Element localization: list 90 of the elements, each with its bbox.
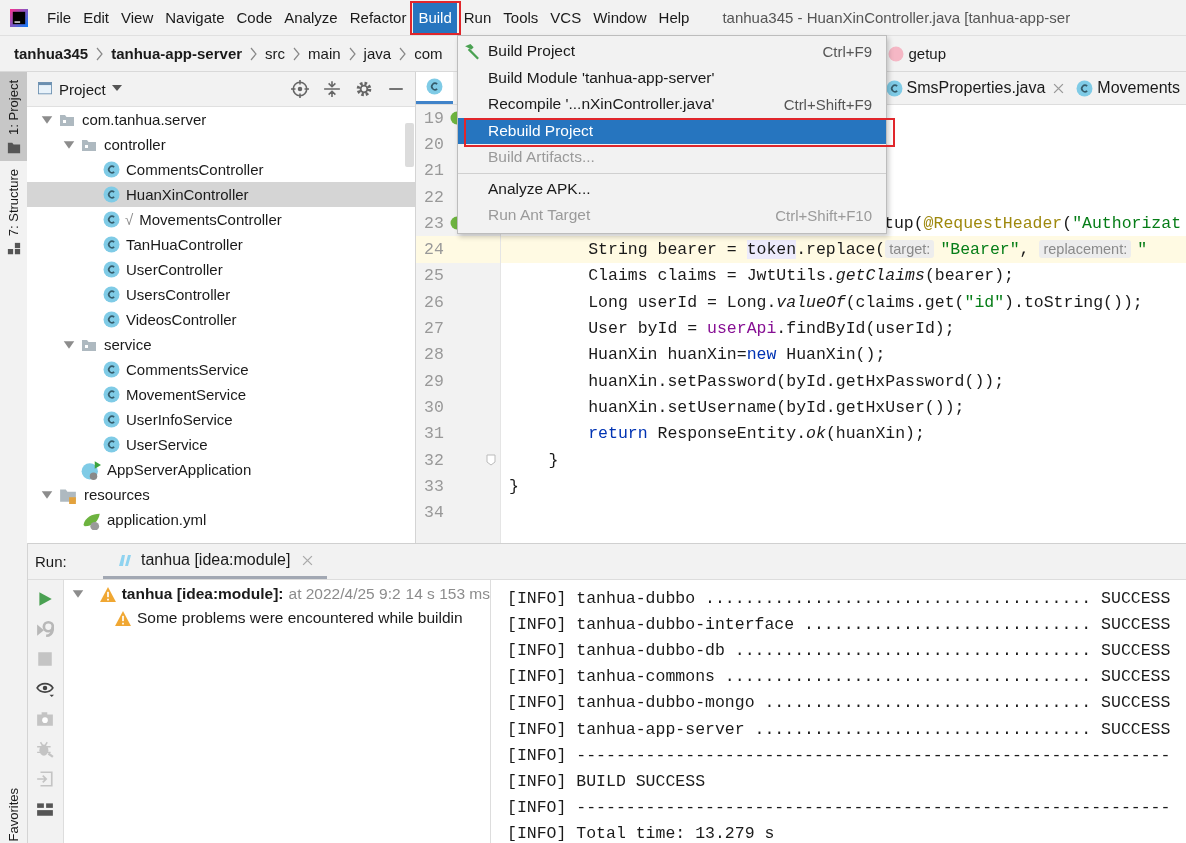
line-number: 31 [424, 424, 444, 444]
code-line: } [547, 450, 559, 470]
breadcrumb[interactable]: main [308, 45, 341, 62]
menu-item[interactable]: Refactor [344, 0, 412, 35]
tree-item[interactable]: VideosController [27, 307, 415, 332]
side-tab[interactable]: Favorites [0, 779, 27, 843]
line-number: 28 [424, 345, 444, 365]
build-task-title: tanhua [idea:module]: [121, 585, 284, 603]
run-label: Run: [34, 552, 68, 572]
tree-item[interactable]: UserService [27, 432, 415, 457]
breadcrumb[interactable]: com [414, 45, 443, 62]
tree-item[interactable]: UsersController [27, 282, 415, 307]
menu-item[interactable]: Window [588, 0, 652, 35]
console-line: [INFO] ------------------------------------------------------------ [507, 798, 1171, 818]
line-number: 33 [424, 476, 444, 496]
menu-item[interactable]: Edit [78, 0, 115, 35]
console-line: [INFO] tanhua-commons ..................................... SUCCESS [507, 667, 1171, 687]
side-tab[interactable]: 7: Structure [0, 160, 27, 263]
breadcrumb[interactable]: src [265, 45, 286, 62]
build-timestamp: at 2022/4/25 9:2 [288, 585, 401, 603]
line-number: 24 [424, 240, 444, 260]
line-number: 32 [424, 450, 444, 470]
console-line: [INFO] tanhua-app-server .................................. SUCCESS [507, 719, 1171, 739]
line-number: 21 [424, 161, 444, 181]
line-number: 27 [424, 319, 444, 338]
code-line: tup(@RequestHeader("Authorizat [884, 213, 1182, 233]
line-number: 19 [424, 108, 444, 128]
line-number: 20 [424, 134, 444, 154]
tree-item[interactable]: √ MovementsController [27, 207, 415, 232]
breadcrumb[interactable]: tanhua345 [14, 45, 89, 62]
breadcrumb[interactable]: java [363, 45, 392, 62]
line-number: 22 [424, 187, 444, 207]
menu-item[interactable]: View [116, 0, 159, 35]
code-line: } [509, 476, 519, 496]
console-line: [INFO] tanhua-dubbo-mongo ................................. SUCCESS [507, 693, 1171, 713]
menu-item[interactable]: Help [653, 0, 695, 35]
run-tab[interactable]: tanhua [idea:module] [103, 544, 328, 579]
menu-item[interactable]: Build [413, 0, 457, 35]
check-mark: √ [125, 211, 134, 228]
line-number: 25 [424, 266, 444, 286]
tree-item[interactable]: com.tanhua.server [27, 107, 415, 132]
tree-item[interactable]: TanHuaController [27, 232, 415, 257]
console-line: [INFO] tanhua-dubbo ....................................... SUCCESS [507, 588, 1171, 608]
tree-item[interactable]: CommentsService [27, 357, 415, 382]
line-number: 34 [424, 503, 444, 523]
tree-item[interactable]: UserInfoService [27, 407, 415, 432]
code-line: huanXin.setPassword(byId.getHxPassword()); [587, 371, 1005, 391]
tree-item[interactable]: CommentsController [27, 157, 415, 182]
breadcrumb[interactable]: tanhua-app-server [111, 45, 243, 62]
editor-tab[interactable]: Movements [1070, 72, 1186, 104]
build-message[interactable]: Some problems were encountered while buildin [137, 609, 463, 627]
window-title: tanhua345 - HuanXinController.java [tanhua-app-ser [722, 9, 1071, 26]
code-line: Long userId = Long.valueOf(claims.get("id").toString()); [587, 292, 1143, 312]
code-line: HuanXin huanXin=new HuanXin(); [587, 345, 886, 365]
menu-item[interactable]: File [42, 0, 77, 35]
code-line: String bearer = token.replace( target: "Bearer", replacement: " [587, 240, 1148, 260]
code-line: return ResponseEntity.ok(huanXin); [587, 424, 925, 444]
tree-item[interactable]: AppServerApplication [27, 457, 415, 482]
menu-item[interactable]: Analyze [279, 0, 343, 35]
tree-item[interactable]: MovementService [27, 382, 415, 407]
tree-item[interactable]: service [27, 332, 415, 357]
code-line: Claims claims = JwtUtils.getClaims(bearer); [587, 266, 1014, 286]
code-line: User byId = userApi.findById(userId); [587, 319, 955, 338]
menu-item[interactable]: Run [458, 0, 497, 35]
line-number: 26 [424, 292, 444, 312]
console-line: [INFO] BUILD SUCCESS [507, 771, 706, 791]
menu-item[interactable]: Analyze APK... [458, 175, 886, 202]
console-line: [INFO] tanhua-dubbo-interface ............................. SUCCESS [507, 614, 1171, 634]
project-view-selector[interactable]: Project [37, 80, 122, 98]
menu-item[interactable]: Build Project Ctrl+F9 [458, 38, 886, 65]
tree-item[interactable]: resources [27, 482, 415, 507]
menu-item[interactable]: VCS [545, 0, 587, 35]
breadcrumb[interactable]: getup [888, 45, 946, 62]
menu-item[interactable]: Navigate [160, 0, 230, 35]
line-number: 29 [424, 371, 444, 391]
code-line: huanXin.setUsername(byId.getHxUser()); [587, 397, 965, 417]
menu-item[interactable]: Code [231, 0, 278, 35]
tree-item[interactable]: application.yml [27, 507, 415, 532]
tree-item[interactable]: HuanXinController [27, 182, 415, 207]
console-line: [INFO] tanhua-dubbo-db .................................... SUCCESS [507, 640, 1171, 660]
line-number: 30 [424, 397, 444, 417]
console-line: [INFO] ------------------------------------------------------------ [507, 745, 1171, 765]
menu-item[interactable]: Rebuild Project [458, 117, 886, 144]
side-tab[interactable]: 1: Project [0, 72, 27, 161]
menu-item[interactable]: Tools [498, 0, 544, 35]
tree-item[interactable]: controller [27, 132, 415, 157]
line-number: 23 [424, 213, 444, 233]
tree-item[interactable]: UserController [27, 257, 415, 282]
console-line: [INFO] Total time: 13.279 s [507, 824, 775, 843]
build-duration: 14 s 153 ms [405, 585, 490, 603]
